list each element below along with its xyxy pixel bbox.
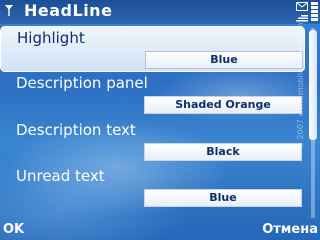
scroll-thumb[interactable] xyxy=(309,30,317,140)
setting-row-description-text[interactable]: Description text Black xyxy=(0,119,305,165)
scrollbar[interactable] xyxy=(308,28,318,218)
setting-row-unread-text[interactable]: Unread text Blue xyxy=(0,165,305,211)
watermark: © 2007 www.mobile-review.com xyxy=(296,19,305,150)
setting-label: Description text xyxy=(16,121,136,139)
battery-icon xyxy=(311,2,318,21)
cancel-softkey[interactable]: Отмена xyxy=(262,222,318,237)
setting-value-select[interactable]: Black xyxy=(144,143,302,161)
ok-softkey[interactable]: OK xyxy=(3,222,24,237)
setting-label: Description panel xyxy=(16,74,148,92)
page-title: HeadLine xyxy=(24,1,113,20)
mail-icon xyxy=(296,2,308,11)
setting-row-highlight[interactable]: Highlight Blue xyxy=(0,26,305,72)
setting-row-description-panel[interactable]: Description panel Shaded Orange xyxy=(0,72,305,118)
signal-strength-icon xyxy=(5,5,13,16)
phone-screen: HeadLine Highlight Blue Description pane… xyxy=(0,0,320,240)
setting-label: Highlight xyxy=(17,29,85,47)
softkey-bar: OK Отмена xyxy=(0,221,320,240)
title-bar: HeadLine xyxy=(0,0,320,24)
setting-value-select[interactable]: Blue xyxy=(144,189,302,207)
setting-label: Unread text xyxy=(16,167,105,185)
setting-value-select[interactable]: Blue xyxy=(145,51,303,69)
setting-value-select[interactable]: Shaded Orange xyxy=(144,96,302,114)
